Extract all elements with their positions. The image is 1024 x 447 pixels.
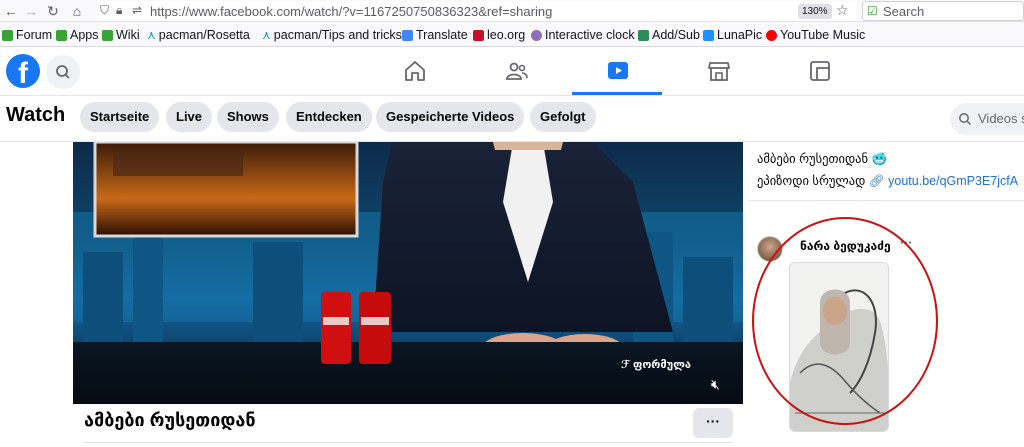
bookmark-apps[interactable]: Apps [56, 27, 99, 43]
nav-marketplace[interactable] [673, 48, 763, 95]
arch-icon: ⋏ [262, 28, 271, 42]
bookmark-label: YouTube Music [780, 28, 866, 42]
browser-search-field[interactable]: ☑ Search [862, 1, 1024, 21]
bookmark-favicon [102, 29, 113, 41]
active-tab-indicator [572, 92, 662, 95]
bookmark-star-icon[interactable]: ☆ [836, 2, 849, 19]
back-icon[interactable]: ← [2, 2, 20, 20]
mute-icon[interactable]: 🔇︎ [711, 376, 720, 393]
browser-toolbar: ← → ↻ ⌂ ⛉ 🔒︎ ⇌ https://www.facebook.com/… [0, 0, 1024, 22]
divider [84, 442, 732, 443]
video-search-placeholder: Videos s [978, 111, 1024, 126]
chip-shows[interactable]: Shows [217, 102, 279, 132]
permissions-icon[interactable]: ⇌ [132, 3, 142, 17]
bookmark-label: Forum [16, 28, 53, 42]
facebook-logo[interactable]: f [6, 54, 40, 88]
youtube-music-icon [766, 29, 777, 41]
video-search-input[interactable]: Videos s [950, 103, 1024, 135]
video-player[interactable]: ℱ ფორმულა 🔇︎ [73, 142, 743, 404]
formula-logo-icon: ℱ [621, 359, 633, 371]
forward-icon[interactable]: → [22, 2, 40, 20]
chip-startseite[interactable]: Startseite [80, 102, 160, 132]
bookmark-label: Interactive clock [545, 28, 635, 42]
leo-icon [473, 29, 484, 41]
bookmark-addsub[interactable]: Add/Sub [638, 27, 700, 43]
description-line-1: ამბები რუსეთიდან 🥶 [757, 151, 887, 167]
bookmark-favicon [56, 29, 67, 41]
zoom-badge[interactable]: 130% [798, 4, 832, 19]
friends-icon [506, 62, 528, 80]
url-text[interactable]: https://www.facebook.com/watch/?v=116725… [150, 4, 552, 19]
more-options-button[interactable]: ··· [693, 408, 733, 438]
chip-entdecken[interactable]: Entdecken [286, 102, 372, 132]
divider [748, 200, 1024, 201]
chip-live[interactable]: Live [166, 102, 213, 132]
nav-gaming[interactable] [774, 48, 864, 95]
chip-following[interactable]: Gefolgt [530, 102, 596, 132]
bookmark-leo[interactable]: leo.org [473, 27, 525, 43]
chip-saved-videos[interactable]: Gespeicherte Videos [376, 102, 525, 132]
bookmark-forum[interactable]: Forum [2, 27, 52, 43]
bookmark-label: Add/Sub [652, 28, 700, 42]
bookmark-label: Apps [70, 28, 99, 42]
lock-icon[interactable]: 🔒︎ [116, 3, 122, 18]
bookmark-translate[interactable]: Translate [402, 27, 468, 43]
shield-icon[interactable]: ⛉ [100, 3, 109, 18]
bookmark-label: leo.org [487, 28, 526, 42]
bookmark-pacman-rosetta[interactable]: ⋏ pacman/Rosetta [147, 27, 250, 43]
page-title: Watch [6, 104, 66, 126]
arch-icon: ⋏ [147, 28, 156, 42]
bookmark-label: Translate [416, 28, 468, 42]
bookmark-youtube-music[interactable]: YouTube Music [766, 27, 865, 43]
browser-search-placeholder: Search [883, 4, 925, 19]
bookmark-lunapic[interactable]: LunaPic [703, 27, 762, 43]
bookmark-interactive-clock[interactable]: Interactive clock [531, 27, 635, 43]
bookmark-wiki[interactable]: Wiki [102, 27, 140, 43]
bookmark-label: pacman/Rosetta [158, 28, 250, 42]
bookmarks-toolbar: Forum Apps Wiki ⋏ pacman/Rosetta ⋏ pacman/… [0, 22, 1024, 47]
translate-icon [402, 29, 413, 41]
youtube-link[interactable]: youtu.be/qGmP3E7jcfA [888, 174, 1018, 188]
search-icon [56, 65, 70, 79]
search-icon [959, 113, 972, 126]
watermark-text: ფორმულა [632, 359, 692, 371]
home-icon [405, 61, 425, 81]
watch-header: Watch Startseite Live Shows Entdecken Ge… [0, 96, 1024, 142]
bookmark-label: LunaPic [717, 28, 763, 42]
calendar-icon [638, 29, 649, 41]
description-line-2: ეპიზოდი სრულად 🔗︎ youtu.be/qGmP3E7jcfA [757, 173, 1018, 189]
marketplace-icon [708, 62, 730, 81]
bookmark-favicon [2, 29, 13, 41]
description-text: ამბები რუსეთიდან [757, 152, 869, 166]
bookmark-label: pacman/Tips and tricks [273, 28, 402, 42]
clock-icon [531, 29, 542, 41]
gaming-icon [810, 61, 830, 81]
link-icon: 🔗︎ [868, 174, 885, 188]
nav-home[interactable] [369, 48, 459, 95]
address-bar[interactable]: ⛉ 🔒︎ ⇌ https://www.facebook.com/watch/?v… [96, 1, 856, 21]
channel-watermark: ℱ ფორმულა [621, 358, 691, 371]
bookmark-label: Wiki [116, 28, 140, 42]
cold-face-emoji-icon: 🥶 [871, 152, 888, 166]
description-text: ეპიზოდი სრულად [757, 174, 866, 188]
video-title: ამბები რუსეთიდან [84, 410, 256, 430]
red-circle-annotation [752, 217, 938, 425]
lunapic-icon [703, 29, 714, 41]
reload-icon[interactable]: ↻ [44, 2, 62, 20]
watch-icon [608, 62, 628, 79]
nav-friends[interactable] [471, 48, 561, 95]
facebook-header: f [0, 48, 1024, 96]
nav-watch[interactable] [572, 48, 662, 95]
search-engine-icon[interactable]: ☑ [867, 4, 878, 18]
home-browser-icon[interactable]: ⌂ [68, 2, 86, 20]
facebook-search-button[interactable] [46, 55, 80, 89]
bookmark-pacman-tips[interactable]: ⋏ pacman/Tips and tricks [262, 27, 402, 43]
